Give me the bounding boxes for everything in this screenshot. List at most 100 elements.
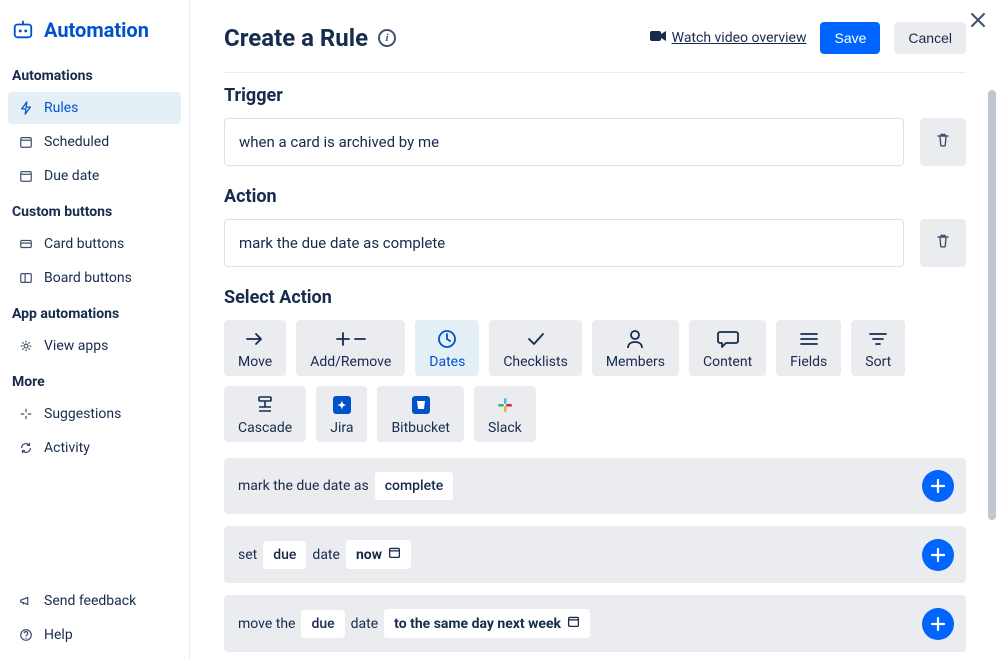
sidebar-item-label: Scheduled	[44, 134, 109, 150]
template-value-pill[interactable]: complete	[375, 472, 454, 500]
action-category-cascade[interactable]: Cascade	[224, 386, 306, 442]
category-label: Sort	[865, 354, 891, 370]
cascade-icon	[255, 394, 275, 416]
action-category-members[interactable]: Members	[592, 320, 679, 376]
refresh-icon	[18, 440, 34, 456]
sidebar-item-label: Activity	[44, 440, 90, 456]
sidebar-item-activity[interactable]: Activity	[8, 432, 181, 464]
pill-label: to the same day next week	[394, 616, 561, 632]
add-action-button[interactable]	[922, 470, 954, 502]
info-icon[interactable]: i	[378, 29, 396, 47]
sidebar-item-view-apps[interactable]: View apps	[8, 330, 181, 362]
section-header-custom-buttons: Custom buttons	[8, 194, 181, 226]
main: Create a Rule i Watch video overview Sav…	[190, 0, 1000, 659]
delete-trigger-button[interactable]	[920, 118, 966, 166]
action-category-content[interactable]: Content	[689, 320, 766, 376]
sparkle-icon	[18, 406, 34, 422]
brand: Automation	[8, 16, 181, 56]
pill-label: complete	[385, 478, 444, 494]
clock-icon	[437, 328, 457, 350]
add-action-button[interactable]	[922, 608, 954, 640]
sidebar-item-card-buttons[interactable]: Card buttons	[8, 228, 181, 260]
delete-action-button[interactable]	[920, 219, 966, 267]
trash-icon	[935, 233, 951, 253]
check-icon	[526, 328, 546, 350]
brand-title: Automation	[44, 18, 149, 42]
template-field-pill[interactable]: due	[263, 541, 306, 569]
category-label: Fields	[790, 354, 827, 370]
sidebar-item-label: Board buttons	[44, 270, 132, 286]
sidebar-item-label: View apps	[44, 338, 108, 354]
category-label: Members	[606, 354, 665, 370]
sidebar-item-label: Due date	[44, 168, 99, 184]
template-text: date	[312, 547, 340, 563]
sidebar-item-board-buttons[interactable]: Board buttons	[8, 262, 181, 294]
sidebar-item-help[interactable]: Help	[8, 619, 181, 651]
lightning-icon	[18, 100, 34, 116]
slack-icon	[497, 394, 513, 416]
section-header-app-automations: App automations	[8, 296, 181, 328]
category-label: Checklists	[503, 354, 568, 370]
sidebar-item-label: Card buttons	[44, 236, 124, 252]
action-category-bitbucket[interactable]: Bitbucket	[377, 386, 464, 442]
add-action-button[interactable]	[922, 539, 954, 571]
template-value-pill[interactable]: to the same day next week	[384, 609, 590, 638]
bitbucket-icon	[412, 394, 430, 416]
sidebar-item-scheduled[interactable]: Scheduled	[8, 126, 181, 158]
template-value-pill[interactable]: now	[346, 540, 411, 569]
trigger-summary[interactable]: when a card is archived by me	[224, 118, 904, 166]
automation-robot-icon	[12, 19, 34, 41]
sidebar-item-rules[interactable]: Rules	[8, 92, 181, 124]
action-category-jira[interactable]: ✦ Jira	[316, 386, 367, 442]
page-title: Create a Rule	[224, 24, 368, 52]
action-heading: Action	[224, 186, 966, 207]
sidebar-item-suggestions[interactable]: Suggestions	[8, 398, 181, 430]
save-button[interactable]: Save	[820, 22, 880, 54]
action-category-fields[interactable]: Fields	[776, 320, 841, 376]
template-text: move the	[238, 616, 295, 632]
arrow-right-icon	[244, 328, 266, 350]
action-category-dates[interactable]: Dates	[415, 320, 479, 376]
page-header: Create a Rule i Watch video overview Sav…	[224, 12, 966, 72]
card-icon	[18, 236, 34, 252]
select-action-heading: Select Action	[224, 287, 966, 308]
section-header-automations: Automations	[8, 58, 181, 90]
calendar-icon	[388, 546, 401, 563]
video-camera-icon	[650, 30, 666, 46]
person-icon	[626, 328, 644, 350]
sidebar: Automation Automations Rules Scheduled D…	[0, 0, 190, 659]
scrollbar[interactable]	[988, 90, 996, 520]
trigger-heading: Trigger	[224, 85, 966, 106]
action-category-slack[interactable]: Slack	[474, 386, 536, 442]
divider	[224, 72, 966, 73]
sidebar-item-send-feedback[interactable]: Send feedback	[8, 585, 181, 617]
pill-label: now	[356, 547, 382, 563]
trash-icon	[935, 132, 951, 152]
category-label: Content	[703, 354, 752, 370]
cancel-button[interactable]: Cancel	[894, 22, 966, 54]
sidebar-item-label: Help	[44, 627, 73, 643]
template-field-pill[interactable]: due	[301, 610, 344, 638]
category-label: Bitbucket	[391, 420, 450, 436]
calendar-clock-icon	[18, 168, 34, 184]
action-category-move[interactable]: Move	[224, 320, 286, 376]
sort-icon	[868, 328, 888, 350]
category-label: Cascade	[238, 420, 292, 436]
sidebar-item-due-date[interactable]: Due date	[8, 160, 181, 192]
action-category-grid: Move Add/Remove Dates Checklists	[224, 320, 966, 442]
template-text: mark the due date as	[238, 478, 369, 494]
action-category-add-remove[interactable]: Add/Remove	[296, 320, 405, 376]
megaphone-icon	[18, 593, 34, 609]
action-template-move-date: move the due date to the same day next w…	[224, 595, 966, 652]
section-header-more: More	[8, 364, 181, 396]
video-link-label: Watch video overview	[672, 30, 807, 46]
plus-minus-icon	[336, 328, 366, 350]
action-category-checklists[interactable]: Checklists	[489, 320, 582, 376]
action-summary[interactable]: mark the due date as complete	[224, 219, 904, 267]
pill-label: due	[311, 616, 334, 632]
board-icon	[18, 270, 34, 286]
sidebar-item-label: Rules	[44, 100, 78, 116]
calendar-icon	[567, 615, 580, 632]
watch-video-link[interactable]: Watch video overview	[650, 30, 807, 46]
action-category-sort[interactable]: Sort	[851, 320, 905, 376]
